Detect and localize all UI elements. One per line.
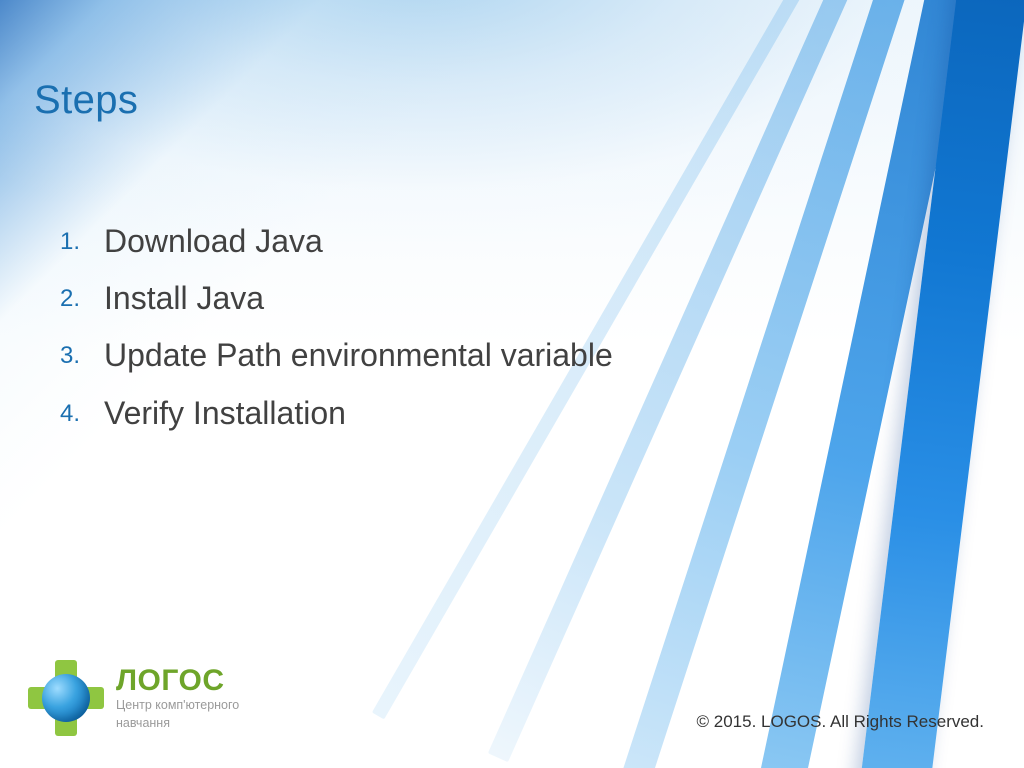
steps-list: Download Java Install Java Update Path e… — [60, 220, 620, 435]
step-text: Update Path environmental variable — [104, 337, 613, 373]
step-text: Download Java — [104, 223, 323, 259]
decorative-ribbons — [764, 0, 1024, 768]
logo-block: ЛОГОС Центр комп'ютерного навчання — [30, 662, 239, 734]
logo-icon — [30, 662, 102, 734]
slide-body: Download Java Install Java Update Path e… — [60, 220, 620, 449]
logo-name: ЛОГОС — [116, 665, 239, 697]
logo-text: ЛОГОС Центр комп'ютерного навчання — [116, 665, 239, 732]
list-item: Install Java — [60, 277, 620, 320]
list-item: Update Path environmental variable — [60, 334, 620, 377]
logo-tagline-line: навчання — [116, 716, 239, 732]
step-text: Verify Installation — [104, 395, 346, 431]
list-item: Download Java — [60, 220, 620, 263]
step-text: Install Java — [104, 280, 264, 316]
list-item: Verify Installation — [60, 392, 620, 435]
slide: Steps Download Java Install Java Update … — [0, 0, 1024, 768]
logo-tagline-line: Центр комп'ютерного — [116, 698, 239, 714]
copyright-text: © 2015. LOGOS. All Rights Reserved. — [697, 712, 985, 732]
slide-title: Steps — [34, 78, 138, 123]
